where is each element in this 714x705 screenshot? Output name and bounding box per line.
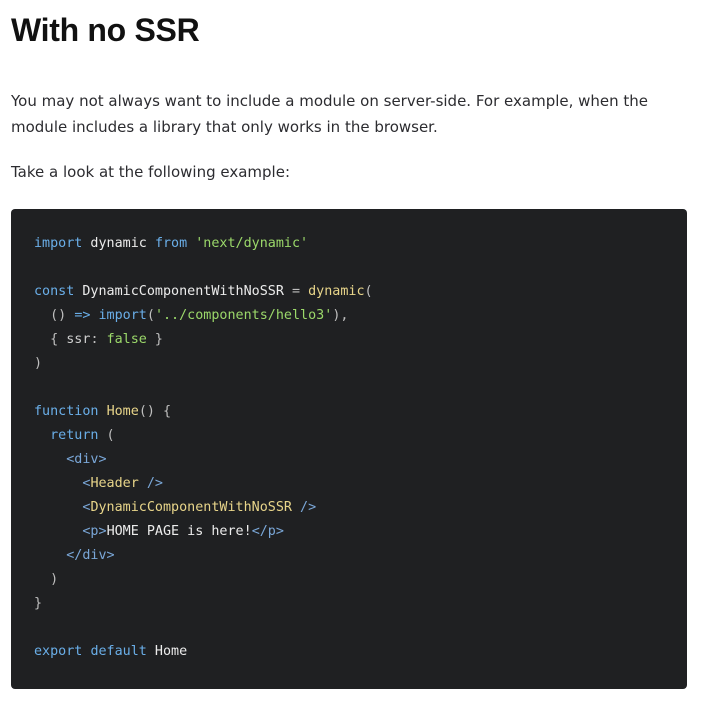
code-token-punct: ) — [34, 356, 43, 371]
code-token-tag: </p> — [251, 524, 284, 539]
code-token-fn: Header — [90, 476, 139, 491]
code-token-keyword: export — [34, 644, 83, 659]
code-token-tag: /> — [291, 500, 317, 515]
code-line: <DynamicComponentWithNoSSR /> — [34, 496, 373, 520]
code-token-tag: <div> — [34, 452, 107, 467]
code-token-string: 'next/dynamic' — [195, 236, 309, 251]
code-line: export default Home — [34, 640, 373, 664]
section-heading: With no SSR — [11, 12, 200, 48]
code-token-prop: ssr — [66, 332, 91, 347]
code-line: </div> — [34, 544, 373, 568]
lead-paragraph: Take a look at the following example: — [11, 163, 291, 181]
code-token-text: HOME PAGE is here! — [106, 524, 252, 539]
code-line: <div> — [34, 448, 373, 472]
code-token-keyword: function — [34, 404, 99, 419]
code-token-punct: = — [291, 284, 301, 299]
code-token-punct: { — [34, 332, 67, 347]
code-listing[interactable]: import dynamic from 'next/dynamic' const… — [34, 232, 373, 664]
code-token-ident: DynamicComponentWithNoSSR — [74, 284, 292, 299]
code-line: ) — [34, 352, 373, 376]
code-line: () => import('../components/hello3'), — [34, 304, 373, 328]
code-token-punct: } — [146, 332, 163, 347]
code-token-tag: < — [34, 500, 91, 515]
code-line: return ( — [34, 424, 373, 448]
code-token-ident — [300, 284, 308, 299]
code-token-ident — [90, 308, 98, 323]
code-line: <p>HOME PAGE is here!</p> — [34, 520, 373, 544]
code-token-punct: : — [90, 332, 107, 347]
code-token-punct: ) — [34, 572, 59, 587]
code-token-punct: () { — [138, 404, 172, 419]
code-token-fn: dynamic — [308, 284, 365, 299]
code-token-fn: Home — [106, 404, 139, 419]
code-block[interactable]: import dynamic from 'next/dynamic' const… — [11, 209, 687, 689]
code-token-tag: <p> — [34, 524, 107, 539]
code-token-ident: Home — [146, 644, 188, 659]
code-token-keyword: default — [90, 644, 147, 659]
code-token-punct: ( — [98, 428, 115, 443]
code-line: ) — [34, 568, 373, 592]
intro-paragraph: You may not always want to include a mod… — [11, 92, 649, 136]
code-token-tag: < — [34, 476, 91, 491]
code-token-bool: false — [106, 332, 147, 347]
code-token-keyword: import — [98, 308, 147, 323]
code-line: const DynamicComponentWithNoSSR = dynami… — [34, 280, 373, 304]
code-line: function Home() { — [34, 400, 373, 424]
code-token-keyword: return — [34, 428, 99, 443]
code-token-punct: ( — [364, 284, 373, 299]
code-token-keyword: => — [74, 308, 91, 323]
code-token-tag: /> — [138, 476, 163, 491]
code-line: { ssr: false } — [34, 328, 373, 352]
code-token-punct: ( — [146, 308, 155, 323]
code-token-tag: </div> — [34, 548, 115, 563]
code-token-ident — [99, 404, 107, 419]
code-token-keyword: import — [34, 236, 83, 251]
code-line: <Header /> — [34, 472, 373, 496]
code-token-fn: DynamicComponentWithNoSSR — [90, 500, 292, 515]
code-token-string: '../components/hello3' — [154, 308, 333, 323]
code-line: import dynamic from 'next/dynamic' — [34, 232, 373, 256]
code-token-ident: dynamic — [82, 236, 155, 251]
code-line: } — [34, 592, 373, 616]
code-token-punct: () — [34, 308, 75, 323]
code-token-keyword: from — [154, 236, 188, 251]
code-token-keyword: const — [34, 284, 75, 299]
code-token-punct: ), — [332, 308, 349, 323]
code-token-punct: } — [34, 596, 43, 611]
